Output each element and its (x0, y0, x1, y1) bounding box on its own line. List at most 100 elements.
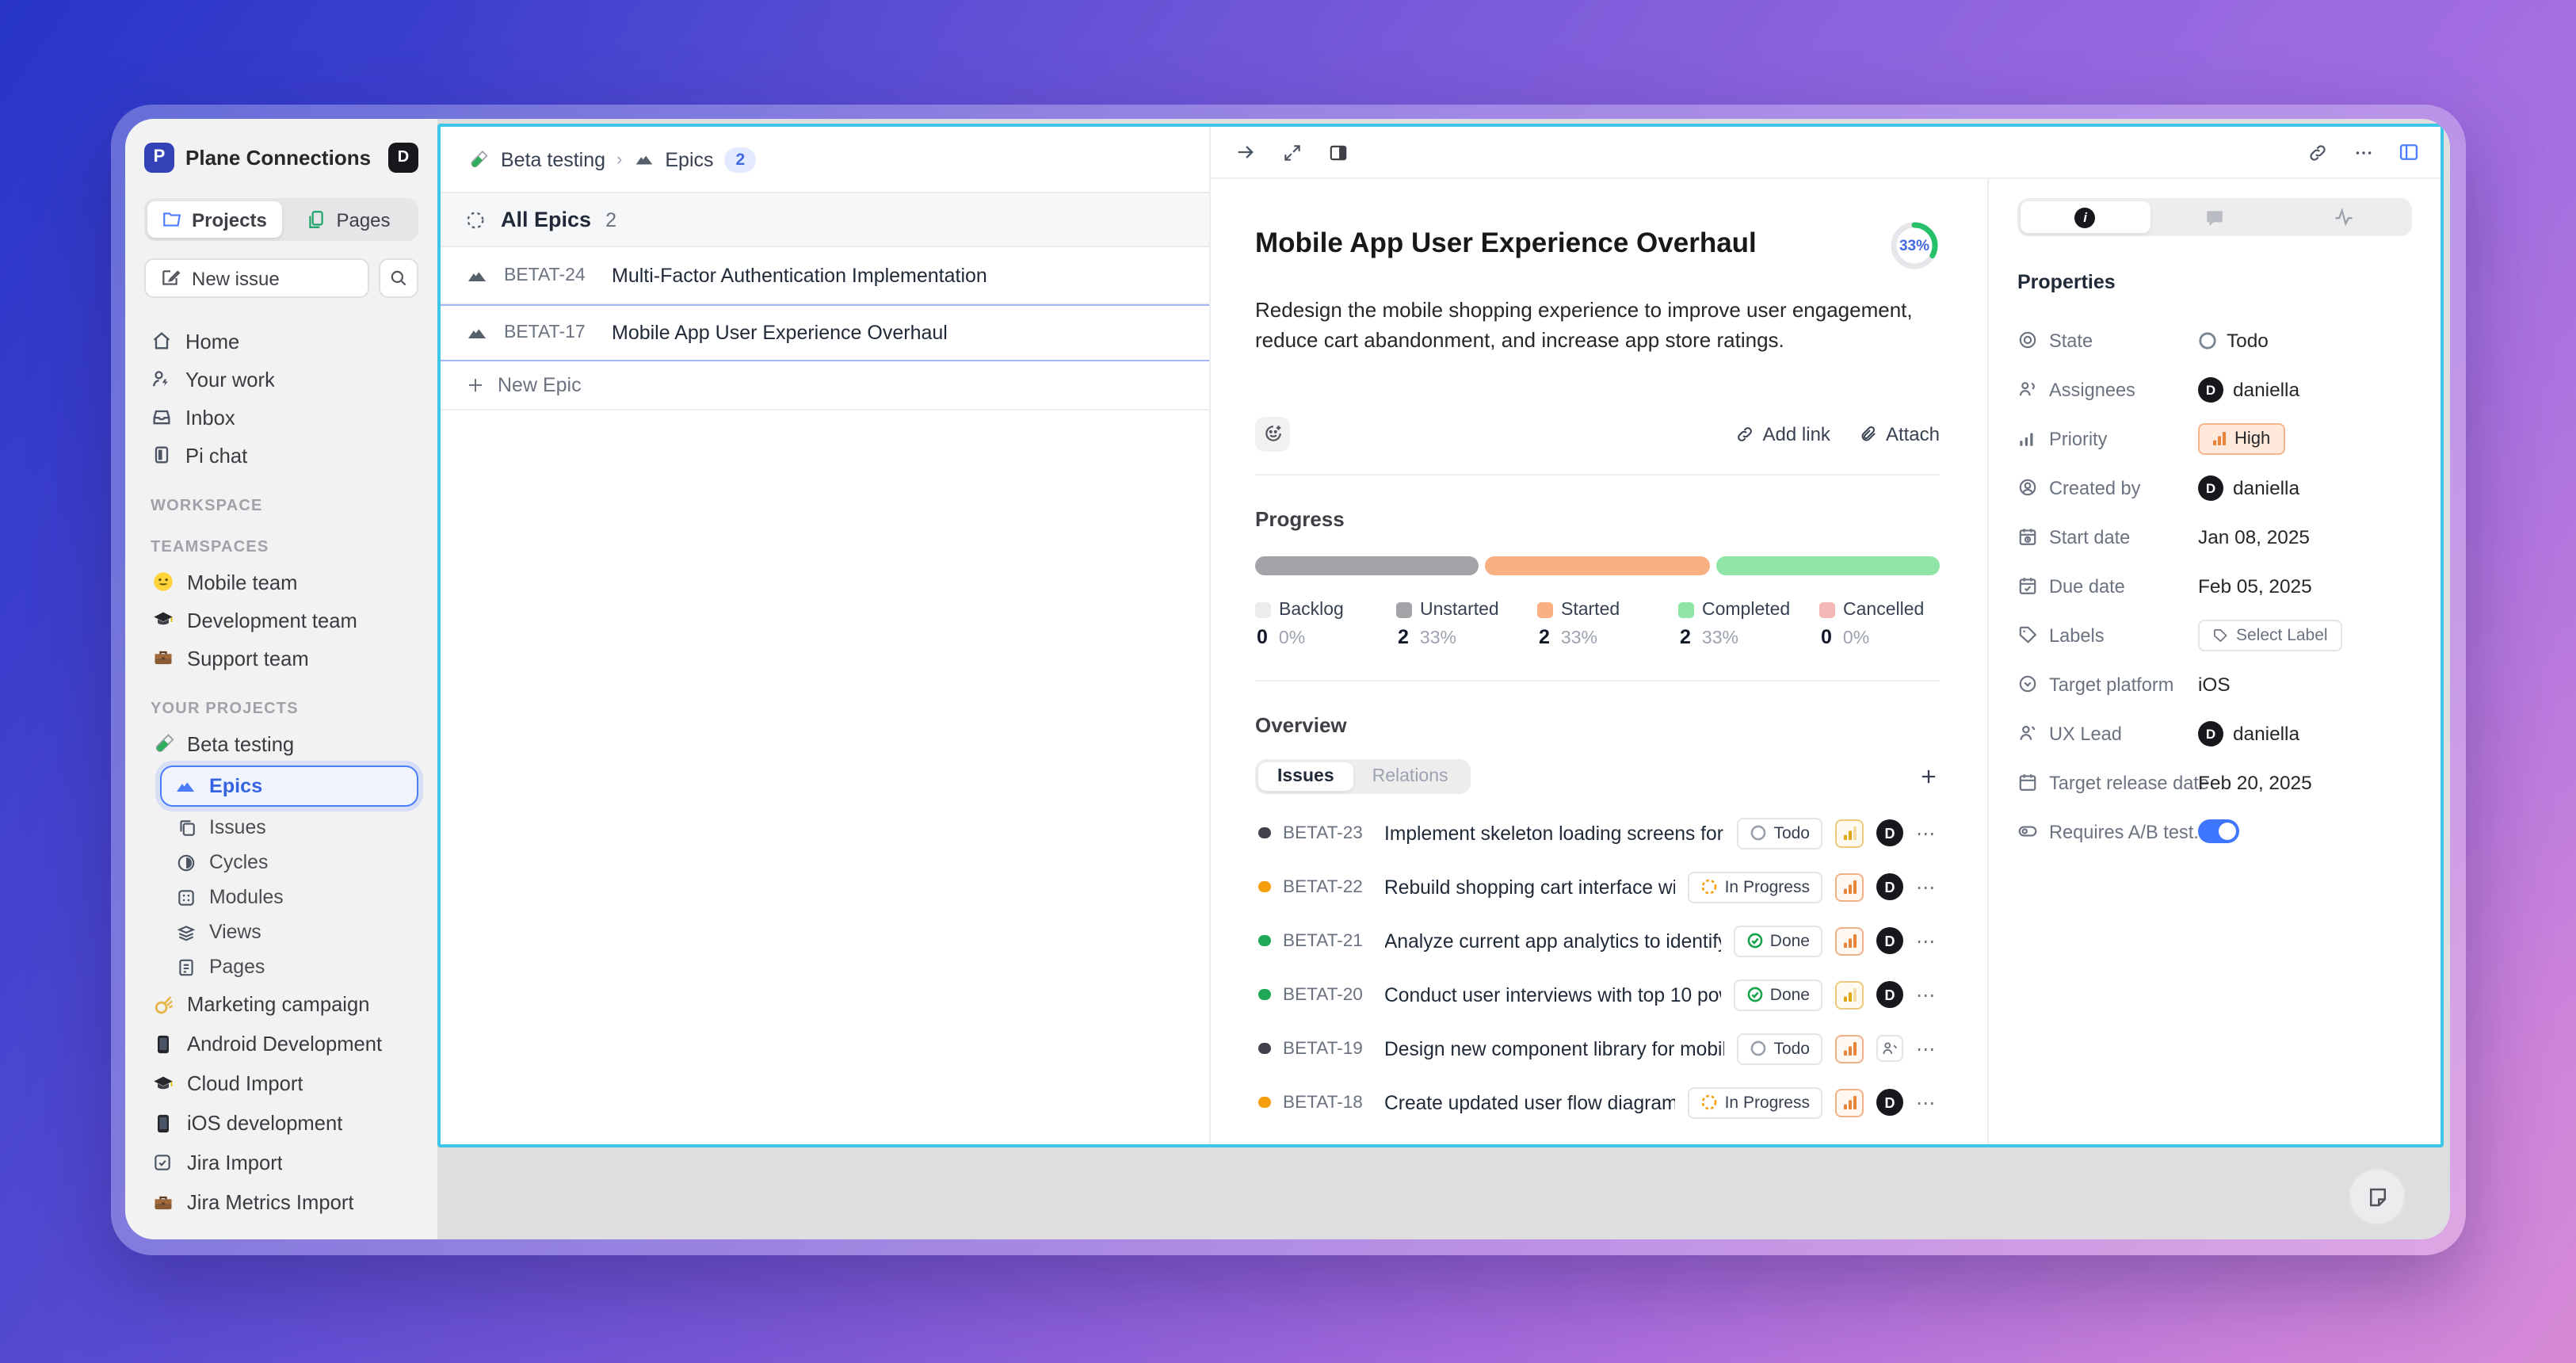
project-jira-import[interactable]: Jira Import (141, 1143, 422, 1182)
teamspace-development-team[interactable]: Development team (141, 601, 422, 639)
issue-menu-button[interactable]: ⋯ (1916, 1091, 1940, 1113)
due-date-value[interactable]: Feb 05, 2025 (2198, 575, 2312, 597)
add-link-button[interactable]: Add link (1736, 422, 1830, 445)
teamspace-mobile-team[interactable]: Mobile team (141, 563, 422, 601)
issue-status-badge[interactable]: In Progress (1689, 1086, 1822, 1118)
sidebar-item-your-work[interactable]: Your work (141, 360, 422, 398)
target-release-date-value[interactable]: Feb 20, 2025 (2198, 771, 2312, 793)
assignee-avatar[interactable]: D (1876, 819, 1903, 846)
issue-status-badge[interactable]: Todo (1737, 817, 1822, 849)
sidebar-item-pages[interactable]: Pages (141, 949, 422, 984)
epic-title-heading[interactable]: Mobile App User Experience Overhaul (1255, 227, 1889, 262)
priority-badge-medium[interactable] (1835, 980, 1864, 1009)
project-beta-testing[interactable]: Beta testing (141, 724, 422, 762)
project-ios-development[interactable]: iOS development (141, 1103, 422, 1143)
priority-value[interactable]: High (2198, 422, 2284, 454)
issue-row[interactable]: BETAT-18 Create updated user flow diagra… (1255, 1075, 1940, 1129)
ab-test-toggle-on[interactable] (2198, 819, 2239, 843)
issue-menu-button[interactable]: ⋯ (1916, 876, 1940, 898)
workspace-switcher[interactable]: P Plane Connections D (141, 138, 422, 176)
tab-comments[interactable] (2150, 201, 2279, 233)
target-platform-value[interactable]: iOS (2198, 673, 2231, 695)
sticky-note-floating-button[interactable] (2349, 1168, 2406, 1225)
breadcrumb-section[interactable]: Epics (665, 148, 713, 170)
close-peek-arrow-icon[interactable] (1233, 139, 1258, 165)
sidebar-item-issues[interactable]: Issues (141, 810, 422, 845)
project-android-development[interactable]: Android Development (141, 1024, 422, 1063)
priority-badge-high[interactable] (1835, 926, 1864, 955)
epic-row-selected[interactable]: BETAT-17 Mobile App User Experience Over… (441, 304, 1209, 361)
priority-high-badge[interactable]: High (2198, 422, 2284, 454)
issue-status-badge[interactable]: Done (1734, 925, 1822, 956)
section-your-projects[interactable]: YOUR PROJECTS (151, 701, 412, 718)
sidebar-item-inbox[interactable]: Inbox (141, 398, 422, 436)
assignees-value[interactable]: Ddaniella (2198, 376, 2299, 402)
add-issue-button[interactable] (1918, 765, 1940, 787)
new-issue-button[interactable]: New issue (144, 258, 369, 298)
property-row-target-platform: Target platform iOS (2017, 659, 2412, 708)
tab-properties[interactable]: i (2021, 201, 2150, 233)
sidebar-item-epics[interactable]: Epics (160, 765, 418, 807)
issue-row[interactable]: BETAT-23 Implement skeleton loading scre… (1255, 806, 1940, 860)
issue-status-badge[interactable]: In Progress (1689, 871, 1822, 903)
epics-group-header[interactable]: All Epics 2 (441, 192, 1209, 247)
ux-lead-value[interactable]: Ddaniella (2198, 720, 2299, 746)
tab-activity[interactable] (2280, 201, 2409, 233)
attach-button[interactable]: Attach (1859, 422, 1940, 445)
issue-status-badge[interactable]: Todo (1737, 1033, 1822, 1064)
assignee-avatar[interactable]: D (1876, 981, 1903, 1008)
priority-badge-high[interactable] (1835, 872, 1864, 901)
search-button[interactable] (379, 258, 418, 298)
priority-badge-medium[interactable] (1835, 819, 1864, 847)
issue-row[interactable]: BETAT-22 Rebuild shopping cart interface… (1255, 860, 1940, 914)
state-value[interactable]: Todo (2198, 329, 2269, 351)
epic-description[interactable]: Redesign the mobile shopping experience … (1255, 296, 1940, 356)
tab-relations[interactable]: Relations (1353, 762, 1467, 790)
sidebar-item-pi-chat[interactable]: Pi chat (141, 436, 422, 474)
assignee-avatar[interactable]: D (1876, 873, 1903, 900)
sidebar-panel-toggle-icon[interactable] (2396, 139, 2421, 165)
tab-projects[interactable]: Projects (147, 201, 281, 238)
project-cloud-import[interactable]: Cloud Import (141, 1063, 422, 1103)
property-row-state: State Todo (2017, 315, 2412, 365)
issue-menu-button[interactable]: ⋯ (1916, 930, 1940, 952)
sidebar-item-cycles[interactable]: Cycles (141, 845, 422, 880)
project-jira-metrics-import[interactable]: Jira Metrics Import (141, 1182, 422, 1222)
more-options-icon[interactable] (2350, 139, 2376, 165)
new-epic-label: New Epic (498, 374, 582, 396)
assignee-avatar[interactable]: D (1876, 1089, 1903, 1116)
issue-row[interactable]: BETAT-21 Analyze current app analytics t… (1255, 914, 1940, 968)
legend-completed: Completed 233% (1678, 600, 1819, 647)
assignee-avatar[interactable]: D (1876, 927, 1903, 954)
teamspace-support-team[interactable]: Support team (141, 639, 422, 677)
epic-row[interactable]: BETAT-24 Multi-Factor Authentication Imp… (441, 247, 1209, 304)
issue-menu-button[interactable]: ⋯ (1916, 822, 1940, 844)
project-marketing-campaign[interactable]: Marketing campaign (141, 984, 422, 1024)
expand-icon[interactable] (1279, 139, 1304, 165)
sidebar-item-home[interactable]: Home (141, 322, 422, 360)
section-teamspaces[interactable]: TEAMSPACES (151, 539, 412, 556)
select-label-button[interactable]: Select Label (2198, 619, 2342, 651)
issue-menu-button[interactable]: ⋯ (1916, 983, 1940, 1006)
start-date-value[interactable]: Jan 08, 2025 (2198, 525, 2310, 548)
properties-panel: i Properties State Todo Assignees (1987, 179, 2441, 1144)
issue-row[interactable]: BETAT-19 Design new component library fo… (1255, 1021, 1940, 1075)
tab-issues[interactable]: Issues (1258, 762, 1353, 790)
copy-link-icon[interactable] (2304, 139, 2330, 165)
issue-row[interactable]: BETAT-20 Conduct user interviews with to… (1255, 968, 1940, 1021)
sidebar-item-modules[interactable]: Modules (141, 880, 422, 914)
new-epic-button[interactable]: New Epic (441, 361, 1209, 410)
section-workspace[interactable]: WORKSPACE (151, 498, 412, 515)
breadcrumb-project[interactable]: Beta testing (501, 148, 605, 170)
inbox-icon (151, 406, 173, 428)
priority-badge-high[interactable] (1835, 1088, 1864, 1117)
add-reaction-button[interactable] (1255, 416, 1290, 451)
issue-status-badge[interactable]: Done (1734, 979, 1822, 1010)
issue-menu-button[interactable]: ⋯ (1916, 1037, 1940, 1059)
unassigned-avatar-icon[interactable] (1876, 1035, 1903, 1062)
user-avatar[interactable]: D (388, 142, 418, 172)
tab-pages[interactable]: Pages (281, 201, 415, 238)
sidebar-item-views[interactable]: Views (141, 914, 422, 949)
side-peek-layout-icon[interactable] (1325, 139, 1350, 165)
priority-badge-high[interactable] (1835, 1034, 1864, 1063)
